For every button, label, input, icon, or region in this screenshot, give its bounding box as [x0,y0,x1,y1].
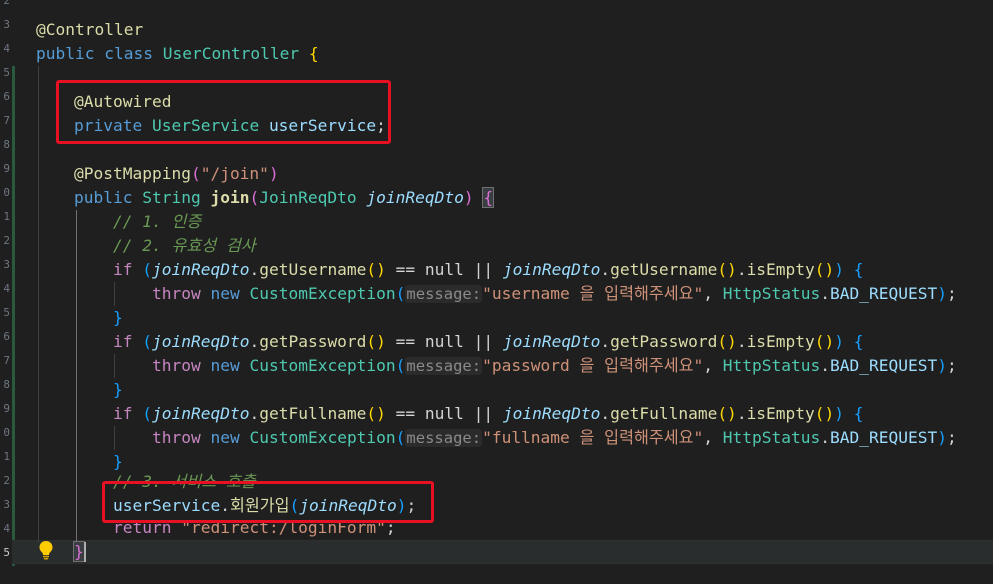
code-line[interactable]: throw new CustomException(message:"usern… [152,282,957,306]
line-number: 9 [3,402,10,415]
line-number: 3 [3,258,10,271]
line-number: 7 [3,114,10,127]
code-line[interactable]: throw new CustomException(message:"passw… [152,354,957,378]
text-cursor [84,542,86,562]
indent-guide [114,426,115,450]
code-line[interactable]: if (joinReqDto.getFullname() == null || … [113,402,864,426]
highlight-box-autowired [56,80,391,144]
line-number-gutter: 2 3 4 5 6 7 8 9 0 1 2 3 4 5 6 7 8 9 0 1 … [0,0,12,584]
highlight-box-service-call [102,481,434,523]
line-number: 4 [3,282,10,295]
line-number: 4 [3,522,10,535]
inlay-hint: message: [405,429,483,447]
code-line[interactable]: } [113,378,123,402]
current-line-highlight [12,540,993,564]
code-line[interactable]: @Controller [36,18,143,42]
line-number: 8 [3,138,10,151]
line-number: 2 [3,474,10,487]
line-number: 6 [3,90,10,103]
line-number: 1 [3,210,10,223]
code-line[interactable]: public String join(JoinReqDto joinReqDto… [74,186,495,210]
modified-lines-indicator [12,66,15,566]
line-number: 4 [3,42,10,55]
line-number: 9 [3,162,10,175]
code-line[interactable]: @PostMapping("/join") [74,162,279,186]
code-line[interactable]: } [73,540,85,564]
code-editor[interactable]: 2 3 4 5 6 7 8 9 0 1 2 3 4 5 6 7 8 9 0 1 … [0,0,993,584]
line-number: 0 [3,186,10,199]
line-number: 3 [3,498,10,511]
line-number: 7 [3,354,10,367]
line-number: 3 [3,18,10,31]
inlay-hint: message: [405,285,483,303]
code-line[interactable]: } [113,306,123,330]
code-line[interactable]: // 1. 인증 [113,210,201,234]
indent-guide-active [76,210,77,542]
line-number: 5 [3,306,10,319]
indent-guide [38,66,39,542]
line-number: 5 [3,66,10,79]
code-line[interactable]: if (joinReqDto.getUsername() == null || … [113,258,864,282]
code-line[interactable]: // 2. 유효성 검사 [113,234,256,258]
line-number: 2 [3,234,10,247]
inlay-hint: message: [405,357,483,375]
line-number: 8 [3,378,10,391]
indent-guide [114,354,115,378]
code-line[interactable]: throw new CustomException(message:"fulln… [152,426,957,450]
line-number: 1 [3,450,10,463]
line-number: 0 [3,426,10,439]
code-line[interactable]: if (joinReqDto.getPassword() == null || … [113,330,864,354]
indent-guide [114,282,115,306]
line-number: 6 [3,330,10,343]
current-line-number: 5 [3,546,10,559]
lightbulb-icon[interactable] [38,540,54,560]
line-number: 2 [3,0,10,7]
code-line[interactable]: public class UserController { [36,42,319,66]
